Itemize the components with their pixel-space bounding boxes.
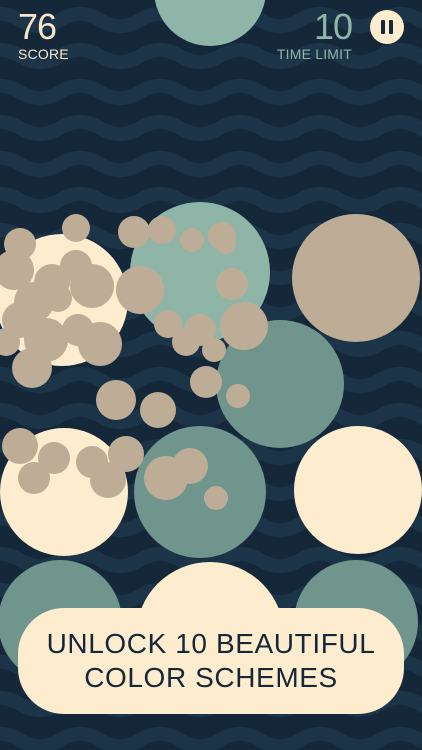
bubble [44,284,72,312]
promo-line-2: COLOR SCHEMES [84,662,338,693]
bubble [70,264,114,308]
bubble [190,366,222,398]
bubble [108,436,144,472]
pause-button[interactable] [370,10,404,44]
bubble [220,302,268,350]
promo-line-1: UNLOCK 10 BEAUTIFUL [46,628,376,659]
circle-teal-top[interactable] [154,0,266,46]
circle-tan-right[interactable] [292,214,420,342]
bubble [118,216,150,248]
bubble [226,384,250,408]
bubble [180,228,204,252]
bubble [2,428,38,464]
bubble [62,214,90,242]
bubble [116,266,164,314]
bubble [216,268,248,300]
unlock-color-schemes-banner[interactable]: UNLOCK 10 BEAUTIFUL COLOR SCHEMES [18,608,404,714]
bubble [202,338,226,362]
bubble [12,348,52,388]
circle-cream-lower-right[interactable] [294,426,422,554]
bubble [172,328,200,356]
bubble [96,380,136,420]
bubble [140,392,176,428]
bubble [78,322,122,366]
bubble [18,462,50,494]
bubble [216,234,236,254]
bubble [204,486,228,510]
bubble [148,216,176,244]
pause-icon [379,20,395,34]
bubble [172,448,208,484]
